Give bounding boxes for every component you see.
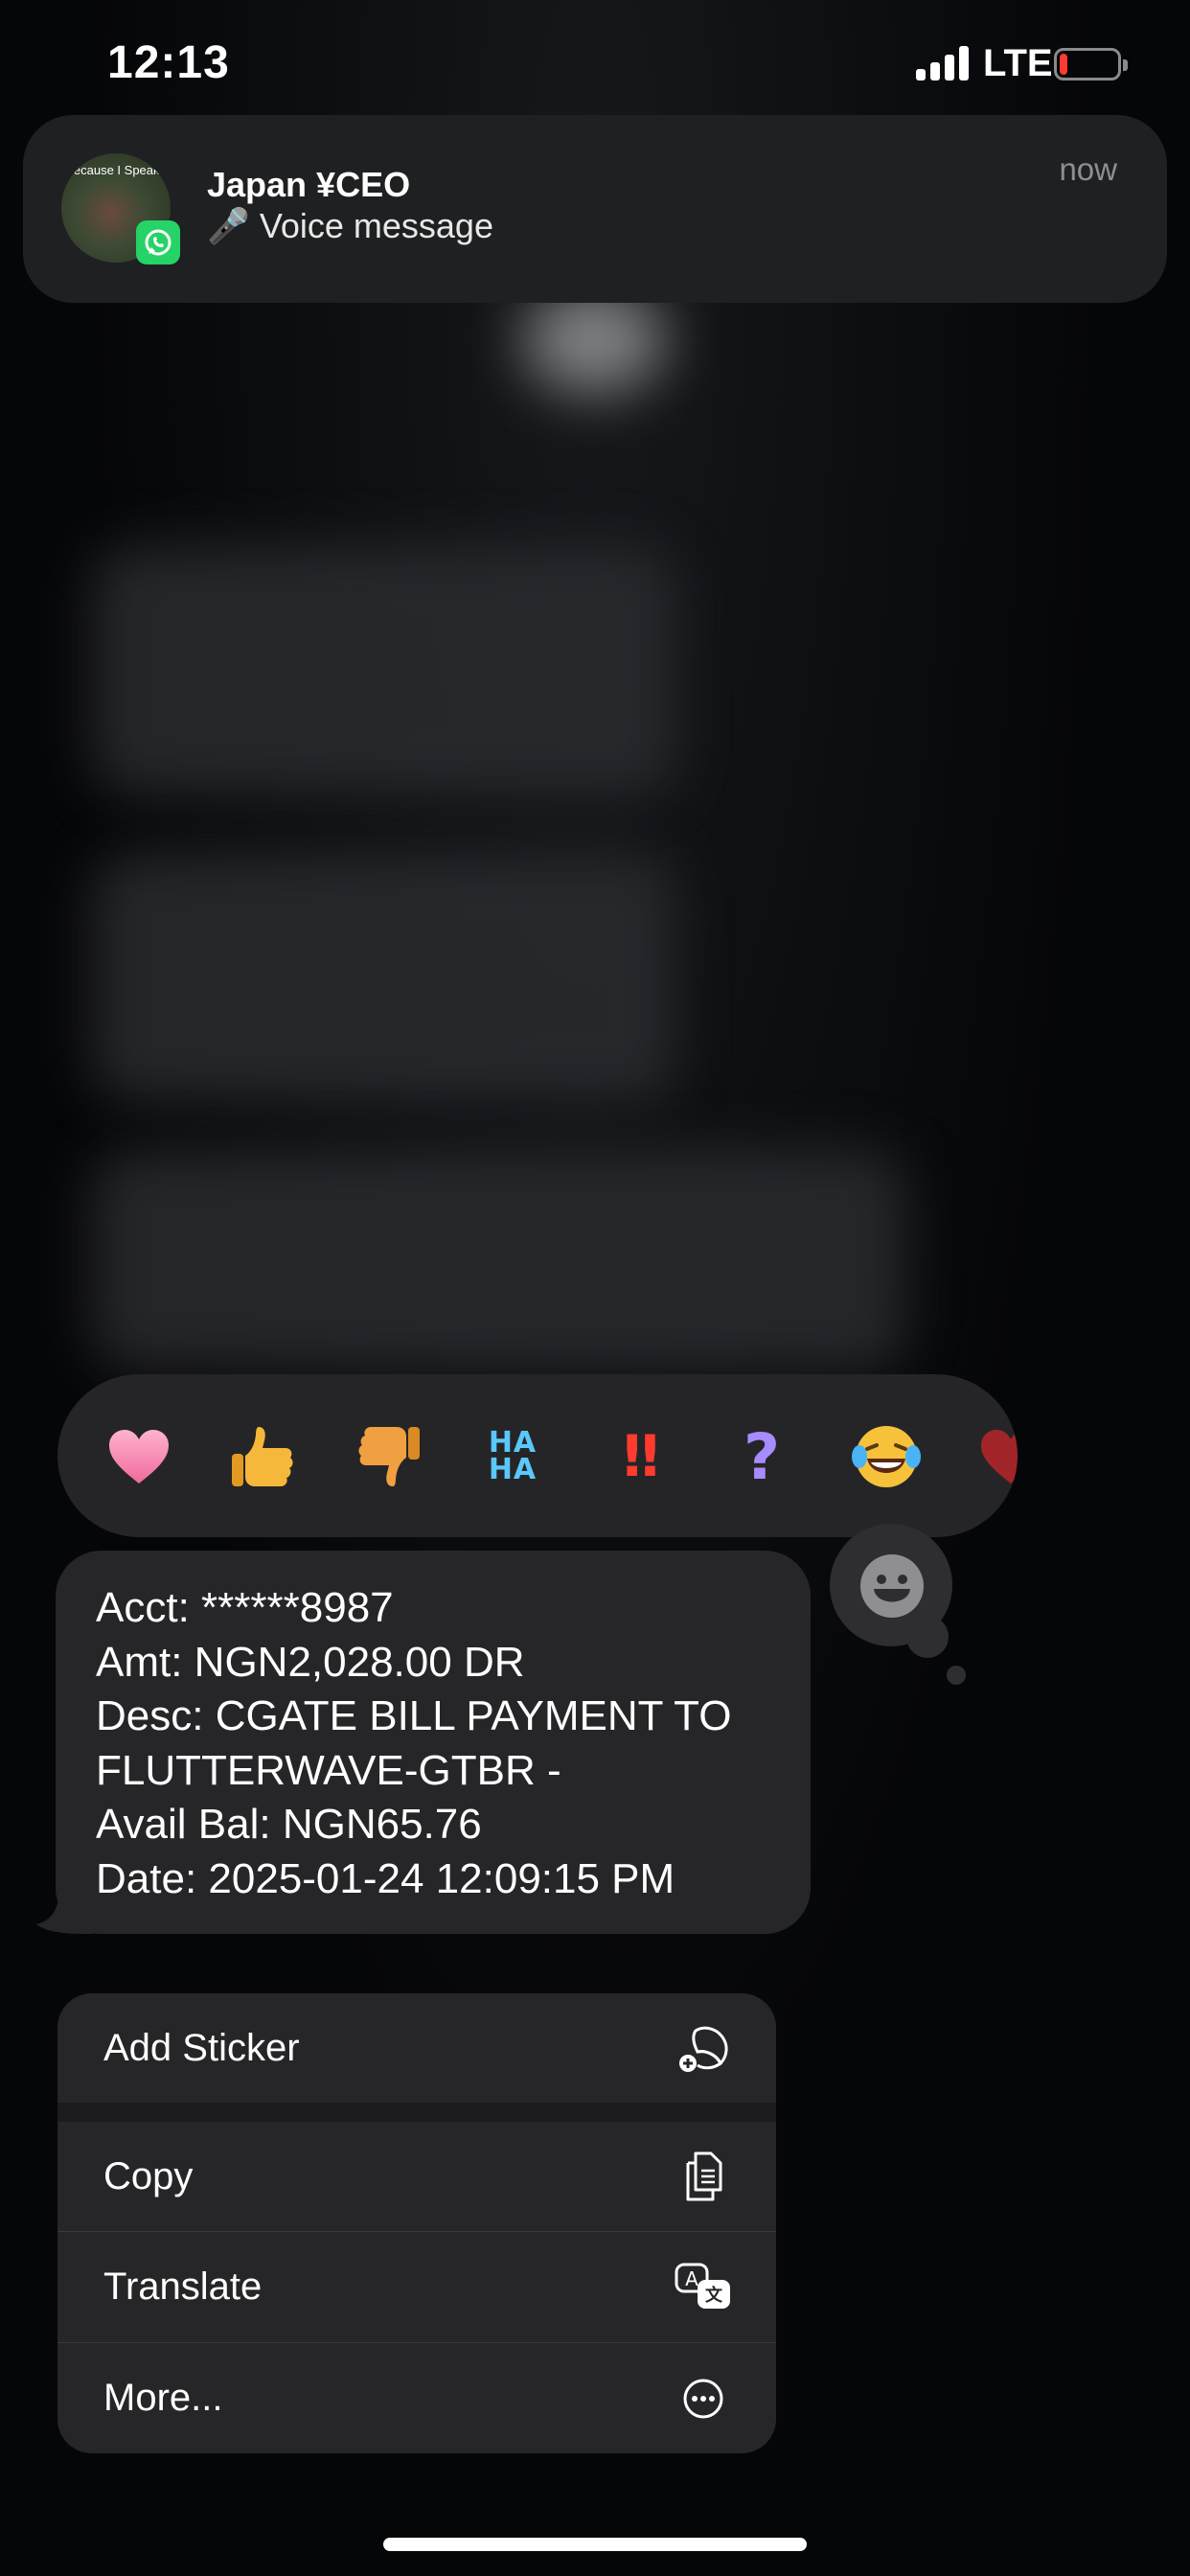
message-line: Desc: CGATE BILL PAYMENT TO [96, 1692, 732, 1739]
context-menu: Add Sticker Copy Translate A 文 More... [57, 1993, 776, 2453]
svg-text:A: A [685, 2267, 698, 2290]
thumbs-down-icon [358, 1427, 420, 1486]
reaction-question-mark[interactable]: ? [723, 1418, 800, 1495]
blurred-message [91, 1150, 905, 1370]
menu-item-copy[interactable]: Copy [57, 2122, 776, 2231]
smiley-add-icon [860, 1554, 924, 1618]
blurred-message [91, 546, 675, 795]
menu-item-translate[interactable]: Translate A 文 [57, 2232, 776, 2342]
avatar-caption: Because I Speak ! [65, 163, 167, 177]
status-time: 12:13 [107, 37, 230, 88]
svg-text:文: 文 [705, 2285, 723, 2306]
menu-item-add-sticker[interactable]: Add Sticker [57, 1993, 776, 2103]
reaction-thumbs-down[interactable] [350, 1418, 426, 1495]
status-bar: 12:13 LTE [0, 0, 1190, 125]
notification-title: Japan ¥CEO [207, 165, 411, 204]
message-bubble[interactable]: Acct: ******8987 Amt: NGN2,028.00 DR Des… [56, 1551, 811, 1934]
notification-banner[interactable]: Because I Speak ! Japan ¥CEO 🎤 Voice mes… [23, 115, 1167, 303]
reaction-bar: HA HA ‼ ? [57, 1374, 1018, 1537]
translate-icon: A 文 [675, 2263, 730, 2309]
menu-item-label: Add Sticker [103, 2026, 300, 2069]
blurred-avatar [522, 288, 666, 393]
blurred-message [91, 853, 675, 1102]
message-line: Amt: NGN2,028.00 DR [96, 1638, 525, 1686]
battery-low-icon [1054, 48, 1128, 80]
ellipsis-circle-icon [683, 2379, 723, 2418]
thumbs-up-icon [232, 1427, 293, 1486]
reaction-laughing-crying[interactable] [848, 1418, 925, 1495]
bubble-dot [906, 1616, 949, 1658]
notification-time: now [1059, 151, 1117, 187]
menu-item-label: Translate [103, 2266, 263, 2308]
copy-icon [686, 2151, 722, 2201]
message-line: FLUTTERWAVE-GTBR - [96, 1746, 561, 1794]
network-type: LTE [983, 42, 1053, 84]
sticker-add-icon [679, 2026, 728, 2072]
message-line: Date: 2025-01-24 12:09:15 PM [96, 1854, 675, 1902]
reaction-red-heart[interactable] [973, 1418, 1018, 1495]
message-line: Avail Bal: NGN65.76 [96, 1801, 482, 1848]
message-line: Acct: ******8987 [96, 1584, 394, 1631]
notification-body: 🎤 Voice message [207, 206, 493, 245]
menu-item-label: More... [103, 2377, 223, 2419]
bubble-dot [947, 1666, 966, 1685]
reaction-thumbs-up[interactable] [225, 1418, 302, 1495]
menu-item-label: Copy [103, 2154, 194, 2197]
red-heart-icon [981, 1430, 1018, 1484]
whatsapp-icon [136, 220, 180, 264]
menu-item-more[interactable]: More... [57, 2343, 776, 2453]
signal-bars-icon [916, 46, 970, 80]
heart-icon [109, 1430, 169, 1484]
reaction-double-exclamation[interactable]: ‼ [599, 1418, 675, 1495]
reaction-haha[interactable]: HA HA [474, 1418, 551, 1495]
laughing-crying-icon [852, 1426, 921, 1487]
reaction-heart[interactable] [101, 1418, 177, 1495]
home-indicator[interactable] [383, 2538, 807, 2551]
